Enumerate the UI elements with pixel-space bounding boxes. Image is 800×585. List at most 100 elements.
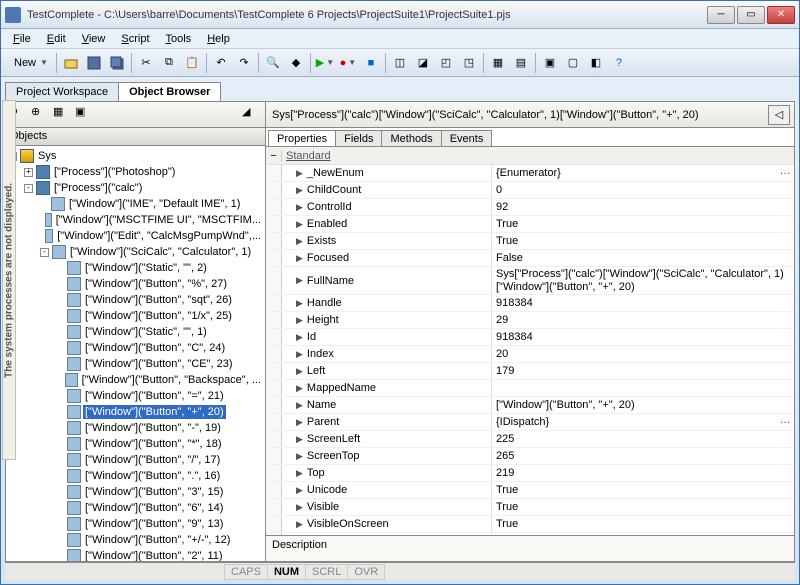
panel1-icon[interactable]: ▦ — [487, 52, 509, 74]
tree-node[interactable]: ["Window"]("Button", "3", 15) — [8, 484, 263, 500]
property-value[interactable]: 219 — [492, 465, 794, 481]
property-row[interactable]: ▶UnicodeTrue — [266, 482, 794, 499]
tree-node[interactable]: ["Window"]("Button", "6", 14) — [8, 500, 263, 516]
tool2-icon[interactable]: ◫ — [389, 52, 411, 74]
tree-node[interactable]: ["Window"]("Static", "", 1) — [8, 324, 263, 340]
property-row[interactable]: ▶Left179 — [266, 363, 794, 380]
undo-icon[interactable]: ↶ — [210, 52, 232, 74]
tree-node[interactable]: ["Window"]("IME", "Default IME", 1) — [8, 196, 263, 212]
object-tree[interactable]: -Sys+["Process"]("Photoshop")-["Process"… — [6, 146, 265, 561]
redo-icon[interactable]: ↷ — [233, 52, 255, 74]
nav-back-button[interactable]: ◁ — [768, 105, 790, 125]
property-value[interactable]: 92 — [492, 199, 794, 215]
property-row[interactable]: ▶Id918384 — [266, 329, 794, 346]
tool5-icon[interactable]: ◳ — [458, 52, 480, 74]
tree-node[interactable]: ["Window"]("Button", "9", 13) — [8, 516, 263, 532]
collapse-icon[interactable]: - — [24, 184, 33, 193]
category-row[interactable]: −Standard — [266, 147, 794, 165]
find-icon[interactable]: 🔍 — [262, 52, 284, 74]
tree-node[interactable]: -Sys — [8, 148, 263, 164]
panel2-icon[interactable]: ▤ — [510, 52, 532, 74]
collapse-icon[interactable]: - — [40, 248, 49, 257]
minimize-button[interactable]: ─ — [707, 6, 735, 24]
property-row[interactable]: ▶ScreenTop265 — [266, 448, 794, 465]
paste-icon[interactable]: 📋 — [181, 52, 203, 74]
property-value[interactable]: False — [492, 250, 794, 266]
map-icon[interactable]: ▣ — [75, 105, 95, 125]
property-row[interactable]: ▶Name["Window"]("Button", "+", 20) — [266, 397, 794, 414]
stop-icon[interactable]: ■ — [360, 52, 382, 74]
tree-node[interactable]: ["Window"]("Button", "2", 11) — [8, 548, 263, 561]
property-row[interactable]: ▶ScreenLeft225 — [266, 431, 794, 448]
property-value[interactable]: True — [492, 216, 794, 232]
collapse-icon[interactable]: − — [266, 150, 282, 162]
copy-icon[interactable]: ⧉ — [158, 52, 180, 74]
property-value[interactable]: 918384 — [492, 295, 794, 311]
property-value[interactable]: 0 — [492, 182, 794, 198]
menu-edit[interactable]: Edit — [41, 31, 72, 47]
tab-object-browser[interactable]: Object Browser — [118, 82, 221, 101]
property-grid[interactable]: −Standard▶_NewEnum{Enumerator}…▶ChildCou… — [266, 147, 794, 535]
property-value[interactable]: True — [492, 482, 794, 498]
property-row[interactable]: ▶Parent{IDispatch}… — [266, 414, 794, 431]
proptab-fields[interactable]: Fields — [335, 130, 382, 146]
view2-icon[interactable]: ▢ — [562, 52, 584, 74]
property-row[interactable]: ▶ControlId92 — [266, 199, 794, 216]
property-row[interactable]: ▶MappedName — [266, 380, 794, 397]
close-button[interactable]: ✕ — [767, 6, 795, 24]
property-row[interactable]: ▶Index20 — [266, 346, 794, 363]
property-row[interactable]: ▶Handle918384 — [266, 295, 794, 312]
filter-icon[interactable]: ▦ — [53, 105, 73, 125]
property-value[interactable]: ["Window"]("Button", "+", 20) — [492, 397, 794, 413]
property-row[interactable]: ▶VisibleOnScreenTrue — [266, 516, 794, 533]
tool3-icon[interactable]: ◪ — [412, 52, 434, 74]
tree-node[interactable]: ["Window"]("Static", "", 2) — [8, 260, 263, 276]
tree-node[interactable]: -["Window"]("SciCalc", "Calculator", 1) — [8, 244, 263, 260]
property-row[interactable]: ▶FocusedFalse — [266, 250, 794, 267]
target-icon[interactable]: ⊕ — [31, 105, 51, 125]
tree-node[interactable]: ["Window"]("Button", "1/x", 25) — [8, 308, 263, 324]
property-row[interactable]: ▶Top219 — [266, 465, 794, 482]
view1-icon[interactable]: ▣ — [539, 52, 561, 74]
menu-view[interactable]: View — [76, 31, 112, 47]
tree-node[interactable]: ["Window"]("Button", "=", 21) — [8, 388, 263, 404]
property-value[interactable]: Sys["Process"]("calc")["Window"]("SciCal… — [492, 267, 794, 294]
property-row[interactable]: ▶Height29 — [266, 312, 794, 329]
property-value[interactable]: {IDispatch} — [492, 414, 776, 430]
tree-node[interactable]: ["Window"]("Button", "Backspace", ... — [8, 372, 263, 388]
property-value[interactable]: 29 — [492, 312, 794, 328]
proptab-properties[interactable]: Properties — [268, 130, 336, 146]
menu-script[interactable]: Script — [115, 31, 155, 47]
maximize-button[interactable]: ▭ — [737, 6, 765, 24]
help-icon[interactable]: ? — [608, 52, 630, 74]
save-icon[interactable] — [83, 52, 105, 74]
menu-tools[interactable]: Tools — [160, 31, 198, 47]
record-icon[interactable]: ●▼ — [337, 52, 359, 74]
tree-node[interactable]: -["Process"]("calc") — [8, 180, 263, 196]
property-row[interactable]: ▶ChildCount0 — [266, 182, 794, 199]
tree-node[interactable]: ["Window"]("Button", "*", 18) — [8, 436, 263, 452]
property-value[interactable] — [492, 380, 794, 396]
more-button[interactable]: … — [776, 414, 794, 430]
tree-node[interactable]: ["Window"]("Button", "sqt", 26) — [8, 292, 263, 308]
more-button[interactable]: … — [776, 165, 794, 181]
tree-node[interactable]: +["Process"]("Photoshop") — [8, 164, 263, 180]
tree-node[interactable]: ["Window"]("Button", "%", 27) — [8, 276, 263, 292]
tab-project-workspace[interactable]: Project Workspace — [5, 82, 119, 101]
tree-node[interactable]: ["Window"]("Button", "+", 20) — [8, 404, 263, 420]
saveall-icon[interactable] — [106, 52, 128, 74]
property-row[interactable]: ▶VisibleTrue — [266, 499, 794, 516]
tree-node[interactable]: ["Window"]("Button", "-", 19) — [8, 420, 263, 436]
run-icon[interactable]: ▶▼ — [314, 52, 336, 74]
property-value[interactable]: True — [492, 499, 794, 515]
property-value[interactable]: 265 — [492, 448, 794, 464]
new-button[interactable]: New▼ — [7, 52, 53, 74]
tool4-icon[interactable]: ◰ — [435, 52, 457, 74]
property-value[interactable]: 20 — [492, 346, 794, 362]
property-row[interactable]: ▶FullNameSys["Process"]("calc")["Window"… — [266, 267, 794, 295]
tree-node[interactable]: ["Window"]("Button", "+/-", 12) — [8, 532, 263, 548]
expand-icon[interactable]: + — [24, 168, 33, 177]
tree-node[interactable]: ["Window"]("Edit", "CalcMsgPumpWnd",... — [8, 228, 263, 244]
property-value[interactable]: 918384 — [492, 329, 794, 345]
tree-node[interactable]: ["Window"]("Button", ".", 16) — [8, 468, 263, 484]
